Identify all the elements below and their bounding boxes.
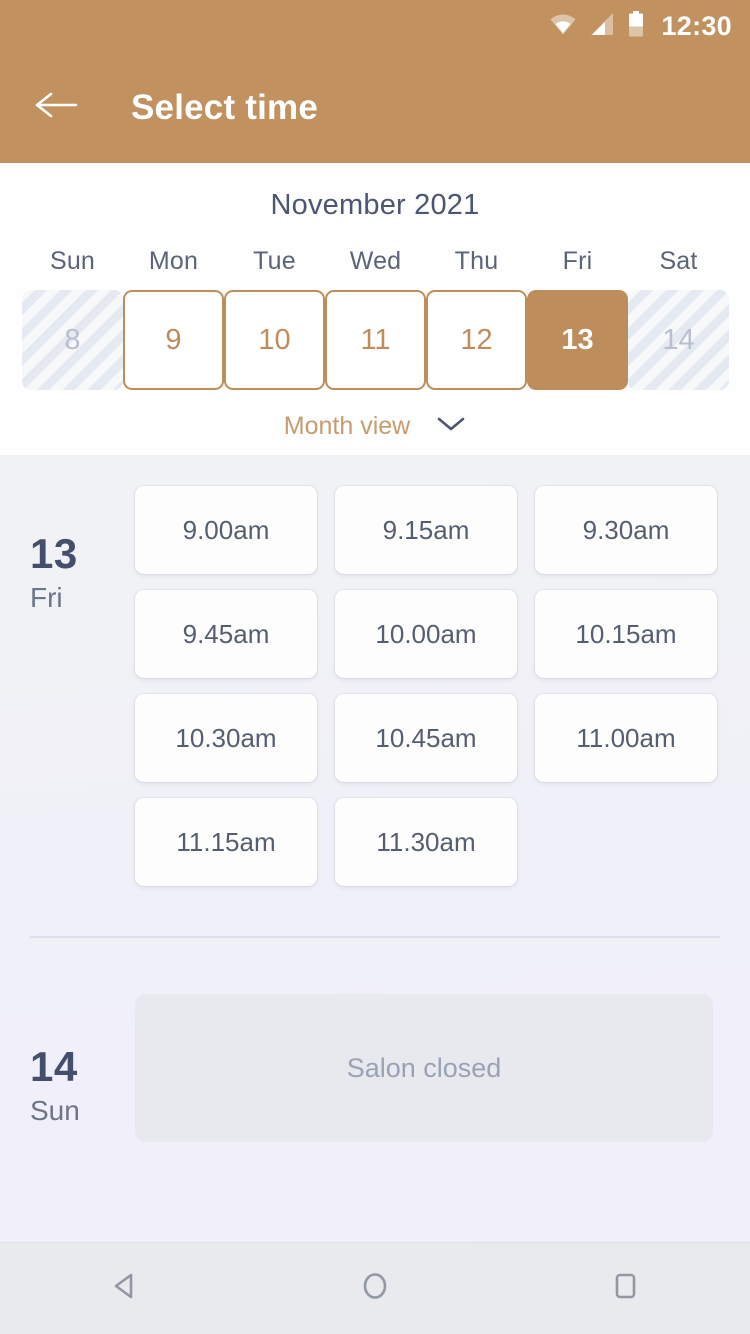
schedule-day-label: 14 Sun [30,994,135,1142]
calendar-day-9[interactable]: 9 [123,290,224,390]
arrow-left-icon [34,89,78,126]
cellular-signal-icon [590,12,615,41]
time-slot[interactable]: 9.45am [135,590,317,678]
time-slot[interactable]: 9.30am [535,486,717,574]
back-button[interactable] [33,85,79,131]
weekday-header: Tue [253,247,296,275]
schedule-day-name: Fri [30,582,63,613]
wifi-icon [549,13,577,40]
schedule-day-number: 13 [30,530,78,577]
section-divider [30,936,720,938]
weekday-header: Thu [454,247,499,275]
calendar-month-title: November 2021 [270,189,480,221]
circle-icon [355,1266,395,1311]
page-title: Select time [131,87,319,127]
time-slot[interactable]: 11.15am [135,798,317,886]
time-slot[interactable]: 11.30am [335,798,517,886]
weekday-header: Mon [148,247,199,275]
salon-closed-panel: Salon closed [135,994,713,1142]
time-slot[interactable]: 10.15am [535,590,717,678]
schedule-day-13: 13 Fri 9.00am 9.15am 9.30am 9.45am 10.00… [0,481,750,886]
weekday-header-row: Sun Mon Tue Wed Thu Fri Sat [0,247,750,276]
time-slot[interactable]: 9.15am [335,486,517,574]
time-slot[interactable]: 10.45am [335,694,517,782]
calendar-day-8: 8 [22,290,123,390]
schedule-day-label: 13 Fri [30,481,135,886]
time-slot[interactable]: 11.00am [535,694,717,782]
phone-screen: 12:30 Select time November 2021 Sun Mon … [0,0,750,1334]
calendar-day-13[interactable]: 13 [527,290,628,390]
weekday-header: Wed [349,247,402,275]
time-slot[interactable]: 10.00am [335,590,517,678]
time-slot[interactable]: 10.30am [135,694,317,782]
home-nav-button[interactable] [320,1243,430,1334]
chevron-down-icon [436,415,466,438]
android-nav-bar [0,1242,750,1334]
recents-nav-button[interactable] [570,1243,680,1334]
calendar-day-14: 14 [628,290,729,390]
calendar-day-12[interactable]: 12 [426,290,527,390]
time-slot[interactable]: 9.00am [135,486,317,574]
calendar-day-11[interactable]: 11 [325,290,426,390]
month-view-toggle[interactable]: Month view [0,412,750,441]
weekday-header: Sun [49,247,96,275]
battery-icon [628,10,644,42]
calendar-day-10[interactable]: 10 [224,290,325,390]
schedule-day-14: 14 Sun Salon closed [0,994,750,1142]
status-bar: 12:30 [0,0,750,52]
weekday-header: Sat [659,247,698,275]
square-icon [605,1266,645,1311]
calendar-card: November 2021 Sun Mon Tue Wed Thu Fri Sa… [0,163,750,455]
schedule-body[interactable]: 13 Fri 9.00am 9.15am 9.30am 9.45am 10.00… [0,455,750,1242]
app-bar: Select time [0,52,750,163]
month-view-label: Month view [283,412,411,440]
time-slot-grid: 9.00am 9.15am 9.30am 9.45am 10.00am 10.1… [135,481,750,886]
weekday-header: Fri [562,247,593,275]
calendar-week-row: 8 9 10 11 12 13 14 [0,290,750,390]
schedule-day-number: 14 [30,1043,78,1090]
status-bar-clock: 12:30 [661,10,732,41]
back-nav-button[interactable] [70,1243,180,1334]
schedule-day-name: Sun [30,1095,80,1126]
triangle-left-icon [105,1266,145,1311]
